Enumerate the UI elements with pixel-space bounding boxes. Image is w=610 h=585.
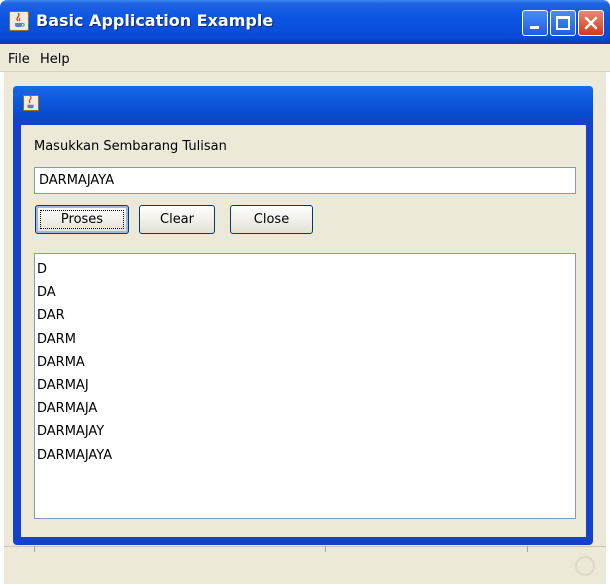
output-line: D	[37, 262, 48, 277]
status-divider	[527, 546, 528, 552]
output-line: DAR	[37, 308, 65, 324]
proses-button[interactable]: Proses	[35, 205, 129, 234]
close-button-label: Close	[253, 212, 290, 227]
java-cup-icon[interactable]	[9, 11, 29, 31]
close-window-button[interactable]	[578, 10, 604, 36]
minimize-button[interactable]	[522, 10, 548, 36]
window-title: Basic Application Example	[36, 11, 274, 30]
output-line: DARMAJ	[37, 377, 89, 393]
window-titlebar[interactable]: Basic Application Example	[0, 0, 610, 44]
menubar: File Help	[0, 44, 610, 72]
output-line: DARMAJAY	[37, 424, 105, 440]
menu-file[interactable]: File	[8, 52, 30, 67]
output-line: DARMAJAYA	[37, 447, 113, 463]
minimize-icon	[530, 26, 539, 29]
output-text-area[interactable]: D DA DAR DARM DARMA DARMAJ DARMAJA DARMA…	[34, 253, 576, 519]
maximize-icon	[556, 16, 570, 30]
java-cup-icon[interactable]	[23, 95, 39, 111]
clear-button-label: Clear	[160, 212, 194, 227]
clear-button[interactable]: Clear	[139, 205, 215, 234]
status-divider	[325, 546, 326, 552]
output-line: DARMAJA	[37, 401, 98, 417]
maximize-button[interactable]	[550, 10, 576, 36]
text-input-field[interactable]: DARMAJAYA	[34, 167, 576, 194]
busy-indicator-icon	[575, 556, 595, 576]
focus-ring	[40, 210, 124, 229]
output-line: DARMA	[37, 354, 85, 370]
close-button[interactable]: Close	[230, 205, 313, 234]
close-icon	[584, 16, 598, 30]
status-divider	[34, 546, 35, 552]
output-line: DA	[37, 285, 56, 301]
output-line: DARM	[37, 331, 76, 347]
internal-frame-titlebar[interactable]	[13, 86, 593, 120]
prompt-label: Masukkan Sembarang Tulisan	[34, 139, 227, 154]
menu-help[interactable]: Help	[40, 52, 70, 67]
status-bar	[4, 546, 606, 582]
